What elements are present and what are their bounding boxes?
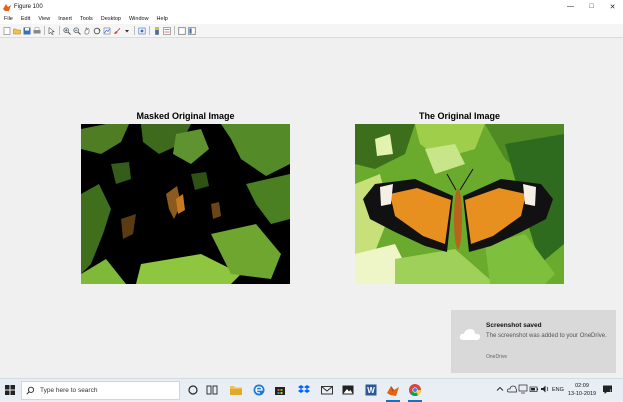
taskbar-clock[interactable]: 02:09 13-10-2019 [567, 382, 597, 398]
edit-plot-icon[interactable] [48, 26, 56, 35]
menu-help[interactable]: Help [157, 16, 168, 22]
action-center-icon[interactable]: 1 [602, 384, 613, 395]
volume-icon[interactable] [540, 384, 550, 394]
search-icon [26, 386, 35, 395]
open-file-icon[interactable] [13, 27, 21, 35]
matlab-figure-icon [3, 3, 11, 11]
menu-insert[interactable]: Insert [58, 16, 72, 22]
close-button[interactable]: ✕ [602, 0, 623, 13]
rotate-3d-icon[interactable] [93, 27, 101, 35]
masked-image-canvas [81, 124, 290, 284]
toolbar-separator [44, 26, 45, 35]
mail-icon[interactable] [320, 383, 334, 397]
link-plot-icon[interactable] [138, 27, 146, 35]
brush-icon[interactable] [113, 27, 121, 35]
data-cursor-icon[interactable] [103, 27, 111, 35]
windows-taskbar: Type here to search W ENG 02:09 13-10-20… [0, 378, 623, 402]
photos-icon[interactable] [341, 383, 355, 397]
windows-start-icon[interactable] [5, 385, 15, 395]
cortana-icon[interactable] [186, 383, 200, 397]
notification-title: Screenshot saved [486, 322, 542, 329]
menu-edit[interactable]: Edit [21, 16, 30, 22]
notification-source: OneDrive [486, 354, 508, 360]
svg-text:W: W [367, 386, 375, 395]
store-icon[interactable] [273, 383, 287, 397]
onedrive-notification[interactable]: Screenshot saved The screenshot was adde… [451, 310, 616, 373]
original-image [355, 124, 564, 284]
matlab-icon[interactable] [386, 383, 400, 397]
menu-window[interactable]: Window [129, 16, 149, 22]
title-bar: Figure 100 — □ ✕ [0, 0, 623, 13]
toolbar-separator [174, 26, 175, 35]
toolbar-separator [134, 26, 135, 35]
menu-desktop[interactable]: Desktop [101, 16, 121, 22]
zoom-in-icon[interactable] [63, 26, 71, 35]
toolbar-separator [59, 26, 60, 35]
right-axes-title: The Original Image [418, 111, 501, 121]
chrome-icon[interactable] [408, 383, 422, 397]
taskbar-search-box[interactable]: Type here to search [21, 381, 180, 400]
hide-plot-tools-icon[interactable] [178, 26, 186, 35]
chevron-up-icon[interactable] [496, 385, 504, 393]
clock-date: 13-10-2019 [567, 391, 597, 397]
legend-icon[interactable] [163, 26, 171, 35]
new-figure-icon[interactable] [3, 26, 11, 35]
print-icon[interactable] [33, 27, 41, 35]
pan-icon[interactable] [83, 27, 91, 35]
onedrive-tray-icon[interactable] [507, 384, 517, 394]
edge-icon[interactable] [252, 383, 266, 397]
file-explorer-icon[interactable] [229, 383, 243, 397]
maximize-button[interactable]: □ [581, 0, 602, 13]
figure-toolbar [0, 24, 623, 38]
window-title: Figure 100 [14, 3, 43, 10]
menu-view[interactable]: View [38, 16, 50, 22]
network-icon[interactable] [518, 384, 528, 394]
original-image-canvas [355, 124, 564, 284]
figure-window: Figure 100 — □ ✕ File Edit View Insert T… [0, 0, 623, 378]
minimize-button[interactable]: — [560, 0, 581, 13]
show-plot-tools-icon[interactable] [188, 26, 196, 35]
clock-time: 02:09 [575, 383, 589, 389]
colorbar-icon[interactable] [153, 26, 161, 35]
brush-dropdown-icon[interactable] [123, 27, 131, 35]
language-indicator[interactable]: ENG [552, 387, 564, 393]
left-axes-title: Masked Original Image [136, 111, 235, 121]
zoom-out-icon[interactable] [73, 26, 81, 35]
dropbox-icon[interactable] [297, 383, 311, 397]
search-placeholder: Type here to search [40, 387, 98, 394]
masked-image [81, 124, 290, 284]
menu-tools[interactable]: Tools [80, 16, 93, 22]
battery-icon[interactable] [529, 384, 539, 394]
cloud-icon [459, 329, 480, 340]
menu-file[interactable]: File [4, 16, 13, 22]
word-icon[interactable]: W [364, 383, 378, 397]
save-icon[interactable] [23, 27, 31, 35]
toolbar-separator [149, 26, 150, 35]
task-view-icon[interactable] [205, 383, 219, 397]
notification-message: The screenshot was added to your OneDriv… [486, 333, 607, 339]
svg-text:1: 1 [610, 389, 613, 394]
menu-bar: File Edit View Insert Tools Desktop Wind… [0, 13, 623, 24]
